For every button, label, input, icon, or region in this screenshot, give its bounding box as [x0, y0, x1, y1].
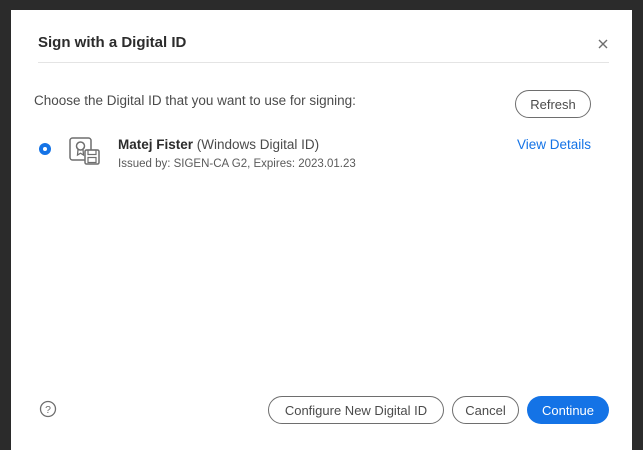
digital-id-issued-info: Issued by: SIGEN-CA G2, Expires: 2023.01…	[118, 158, 356, 170]
instruction-text: Choose the Digital ID that you want to u…	[34, 93, 356, 108]
digital-id-radio[interactable]	[39, 143, 51, 155]
cancel-button[interactable]: Cancel	[452, 396, 519, 424]
dialog-title: Sign with a Digital ID	[38, 34, 187, 51]
digital-id-type: (Windows Digital ID)	[196, 137, 320, 152]
digital-id-title: Matej Fister (Windows Digital ID)	[118, 137, 319, 152]
help-icon[interactable]: ?	[39, 400, 57, 418]
digital-id-name: Matej Fister	[118, 137, 194, 152]
sign-digital-id-dialog: Sign with a Digital ID Choose the Digita…	[11, 10, 632, 450]
refresh-button[interactable]: Refresh	[515, 90, 591, 118]
title-divider	[38, 62, 609, 63]
close-icon[interactable]	[594, 35, 612, 53]
continue-button[interactable]: Continue	[527, 396, 609, 424]
view-details-link[interactable]: View Details	[517, 137, 591, 152]
certificate-id-icon	[68, 136, 102, 166]
configure-new-digital-id-button[interactable]: Configure New Digital ID	[268, 396, 444, 424]
svg-text:?: ?	[45, 404, 51, 416]
